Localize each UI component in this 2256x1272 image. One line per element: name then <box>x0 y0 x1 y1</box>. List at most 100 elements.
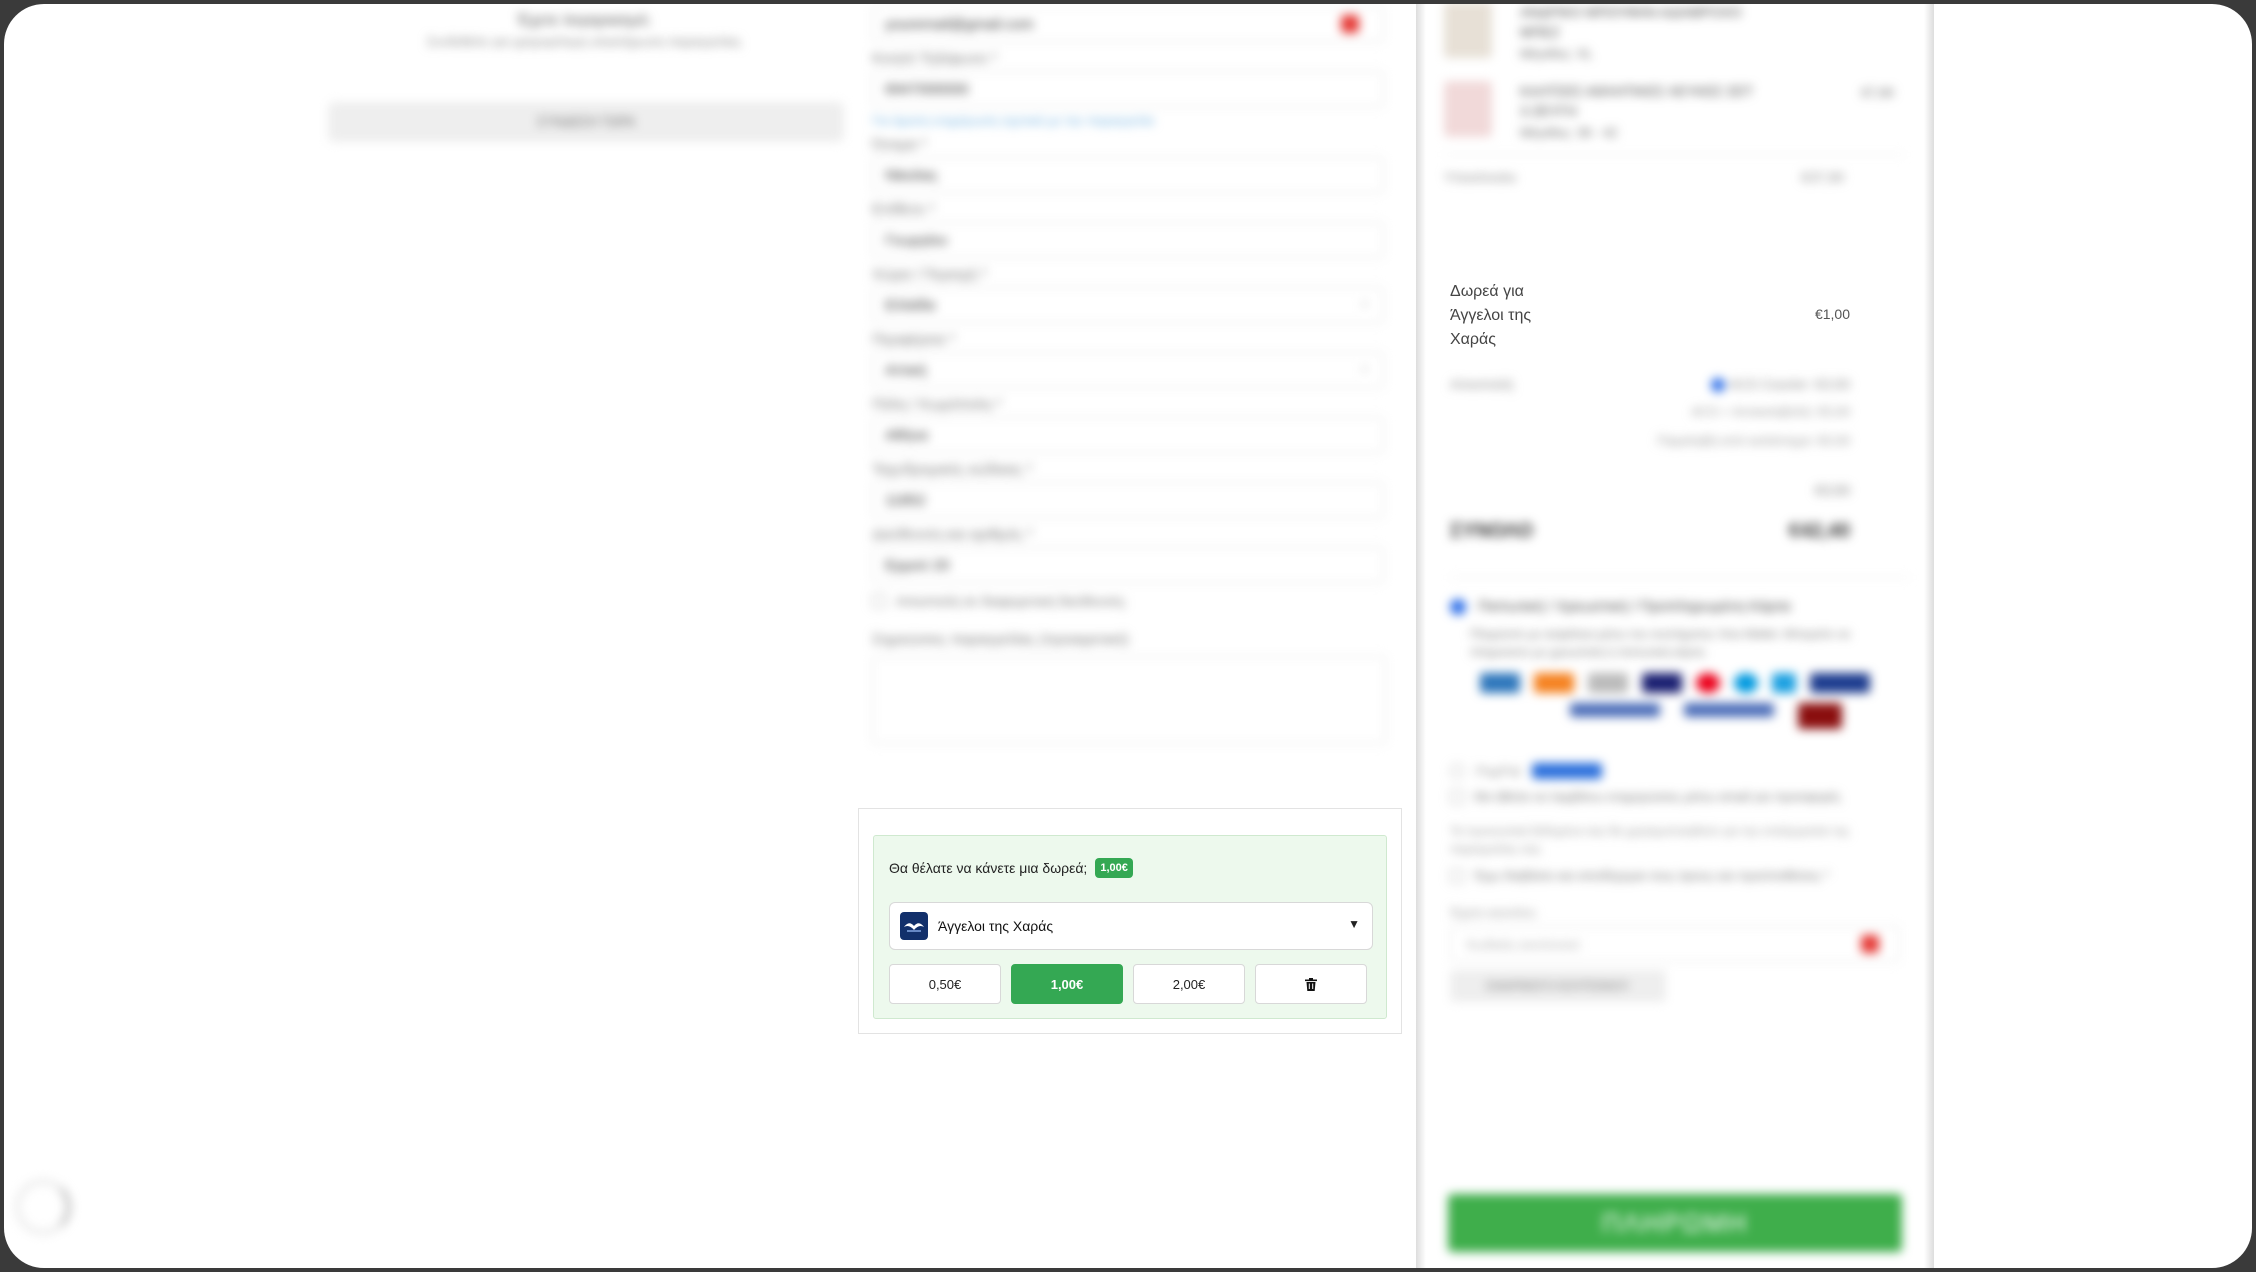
phone-label: Κινητό Τηλέφωνο * <box>872 50 998 67</box>
city-field[interactable]: Αθήνα <box>872 417 1384 453</box>
product-size: Μέγεθος: 39 - 42 <box>1520 125 1618 140</box>
product-thumbnail <box>1444 81 1492 137</box>
remove-donation-button[interactable] <box>1255 964 1367 1004</box>
coupon-placeholder: Κωδικός κουπονιού <box>1467 937 1580 953</box>
discover-icon <box>1534 673 1574 694</box>
email-alert-icon <box>1341 15 1359 33</box>
trash-icon <box>1305 977 1317 991</box>
terms-label: Έχω διαβάσει και αποδέχομαι τους όρους κ… <box>1474 868 1830 884</box>
city-label: Πόλη / Κωμόπολη * <box>872 396 1002 413</box>
wallet-logos <box>1570 703 1910 730</box>
maestro-icon <box>1734 673 1758 694</box>
amount-050-button[interactable]: 0,50€ <box>889 964 1001 1004</box>
phone-field[interactable]: 6947000000 <box>872 71 1384 107</box>
region-select[interactable]: Αττική <box>872 349 1384 388</box>
paypal-option[interactable]: PayPal <box>1450 763 1910 780</box>
ship-different-checkbox[interactable] <box>872 594 886 608</box>
apply-coupon-button[interactable]: ΕΦΑΡΜΟΓΗ ΚΟΥΠΟΝΙΟΥ <box>1450 970 1666 1003</box>
organization-select[interactable]: Άγγελοι της Χαράς ▼ <box>889 902 1373 950</box>
total-row: ΣΥΝΟΛΟ €42,40 <box>1450 520 1850 543</box>
shipping-option-pickup[interactable]: Παραλαβή από κατάστημα: €0,00 <box>1450 433 1850 448</box>
subtotal-label: Υποσύνολο <box>1444 169 1516 185</box>
product-name: ΑΝΔΡΙΚΟ ΜΠΟΥΦΑΝ ΑΔΙΑΒΡΟΧΟ ΜΠΕΖ <box>1520 4 1742 40</box>
summary-donation-row: Δωρεά για Άγγελοι της Χαράς €1,00 <box>1450 280 1850 352</box>
product-thumbnail <box>1444 4 1492 58</box>
subtotal-value: €37,90 <box>1801 169 1844 185</box>
cart-item: ΑΝΔΡΙΚΟ ΜΠΟΥΦΑΝ ΑΔΙΑΒΡΟΧΟ ΜΠΕΖ Μέγεθος: … <box>1444 4 1904 61</box>
checkout-page: Έχετε λογαριασμό; Συνδεθείτε για γρηγορό… <box>4 4 2252 1268</box>
newsletter-label: Θα ήθελα να λαμβάνω ενημερώσεις μέσω ema… <box>1474 789 1842 805</box>
total-value: €42,40 <box>1788 520 1850 543</box>
product-price: €7,90 <box>1861 85 1894 100</box>
cart-item: ΚΑΛΤΣΕΣ ΑΘΛΗΤΙΚΕΣ ΛΕΥΚΕΣ ΣΕΤ 3 ΖΕΥΓΗ Μέγ… <box>1444 81 1904 140</box>
privacy-text: Τα προσωπικά δεδομένα σας θα χρησιμοποιη… <box>1450 824 1850 857</box>
shipping-section: Αποστολή ACS Courier: €3,50 ACS + Αντικα… <box>1450 376 1910 1003</box>
organization-name: Άγγελοι της Χαράς <box>938 918 1054 934</box>
email-field[interactable]: youremail@gmail.com <box>872 6 1384 42</box>
amex-icon <box>1480 673 1520 694</box>
amount-100-button[interactable]: 1,00€ <box>1011 964 1123 1004</box>
card-generic-icon <box>1588 673 1628 694</box>
coupon-input[interactable]: Κωδικός κουπονιού <box>1450 926 1900 963</box>
order-summary: ΑΝΔΡΙΚΟ ΜΠΟΥΦΑΝ ΑΔΙΑΒΡΟΧΟ ΜΠΕΖ Μέγεθος: … <box>1444 4 1904 185</box>
apple-pay-icon <box>1684 703 1774 718</box>
coupon-label: Έχετε κουπόνι; <box>1450 905 1538 921</box>
donation-box: Θα θέλατε να κάνετε μια δωρεά; 1,00€ Άγγ… <box>873 835 1387 1019</box>
summary-donation-label: Δωρεά για Άγγελοι της Χαράς <box>1450 283 1532 348</box>
shipping-radio[interactable] <box>1711 378 1726 393</box>
region-label: Περιφέρεια * <box>872 331 956 348</box>
newsletter-checkbox[interactable] <box>1450 789 1464 804</box>
last-name-label: Επίθετο * <box>872 201 935 218</box>
donation-amount-options: 0,50€ 1,00€ 2,00€ <box>889 964 1367 1004</box>
order-notes-textarea[interactable] <box>872 656 1386 744</box>
login-title: Έχετε λογαριασμό; <box>516 12 652 29</box>
shipping-option-acs[interactable]: ACS Courier: €3,50 <box>1711 376 1850 393</box>
total-label: ΣΥΝΟΛΟ <box>1450 520 1534 543</box>
google-pay-icon <box>1570 703 1660 718</box>
terms-row[interactable]: Έχω διαβάσει και αποδέχομαι τους όρους κ… <box>1450 868 1910 883</box>
address-field[interactable]: Ερμού 20 <box>872 547 1384 583</box>
paypal-label: PayPal <box>1476 763 1521 780</box>
first-name-label: Όνομα * <box>872 136 927 153</box>
summary-border-right <box>1924 4 1934 1268</box>
donation-question: Θα θέλατε να κάνετε μια δωρεά; 1,00€ <box>889 858 1133 878</box>
payment-radio[interactable] <box>1450 598 1466 615</box>
payment-description: Πληρώστε με ασφάλεια μέσω του συστήματος… <box>1470 627 1850 660</box>
terms-checkbox[interactable] <box>1450 868 1464 883</box>
paypal-card-icon <box>1810 673 1870 694</box>
last-name-field[interactable]: Γεωργίου <box>872 222 1384 258</box>
login-section: Έχετε λογαριασμό; Συνδεθείτε για γρηγορό… <box>324 4 844 142</box>
bank-card-icon <box>1798 703 1842 730</box>
summary-donation-value: €1,00 <box>1814 306 1850 322</box>
donation-widget: Θα θέλατε να κάνετε μια δωρεά; 1,00€ Άγγ… <box>858 808 1402 1034</box>
postcode-field[interactable]: 11852 <box>872 482 1384 518</box>
ship-different-row[interactable]: Αποστολή σε διαφορετική διεύθυνση; <box>872 593 1392 609</box>
donation-question-text: Θα θέλατε να κάνετε μια δωρεά; <box>889 860 1088 876</box>
product-size: Μέγεθος: XL <box>1520 46 1593 61</box>
payment-card-title: Πιστωτική / Χρεωστική / Προπληρωμένη Κάρ… <box>1478 598 1791 616</box>
pay-button[interactable]: ΠΛΗΡΩΜΗ <box>1448 1194 1902 1252</box>
email-value: youremail@gmail.com <box>885 16 1034 33</box>
shipping-total: €3,50 <box>1814 482 1850 499</box>
shipping-option-cod[interactable]: ACS + Αντικαταβολή: €5,00 <box>1450 404 1850 419</box>
diners-icon <box>1772 673 1796 694</box>
country-select[interactable]: Ελλάδα <box>872 284 1384 323</box>
card-logos <box>1480 673 1910 694</box>
payment-card-option[interactable]: Πιστωτική / Χρεωστική / Προπληρωμένη Κάρ… <box>1450 598 1910 615</box>
amount-200-button[interactable]: 2,00€ <box>1133 964 1245 1004</box>
paypal-radio[interactable] <box>1450 764 1464 779</box>
login-subtitle: Συνδεθείτε για γρηγορότερη ολοκλήρωση πα… <box>426 34 742 49</box>
coupon-alert-icon <box>1861 935 1879 954</box>
newsletter-row[interactable]: Θα ήθελα να λαμβάνω ενημερώσεις μέσω ema… <box>1450 789 1910 804</box>
loading-spinner-icon <box>16 1180 70 1234</box>
paypal-icon <box>1532 763 1603 780</box>
country-label: Χώρα / Περιοχή * <box>872 266 987 283</box>
notes-label: Σημειώσεις παραγγελίας (προαιρετικό) <box>872 631 1129 648</box>
shipping-label: Αποστολή <box>1450 376 1513 392</box>
first-name-field[interactable]: Νίκολας <box>872 157 1384 193</box>
shipping-row: Αποστολή ACS Courier: €3,50 <box>1450 376 1850 393</box>
divider <box>1450 577 1910 579</box>
address-label: Διεύθυνση και αριθμός * <box>872 526 1033 543</box>
organization-logo-icon <box>900 912 928 940</box>
login-button[interactable]: ΣΥΝΔΕΣΗ ΤΩΡΑ <box>328 102 844 142</box>
